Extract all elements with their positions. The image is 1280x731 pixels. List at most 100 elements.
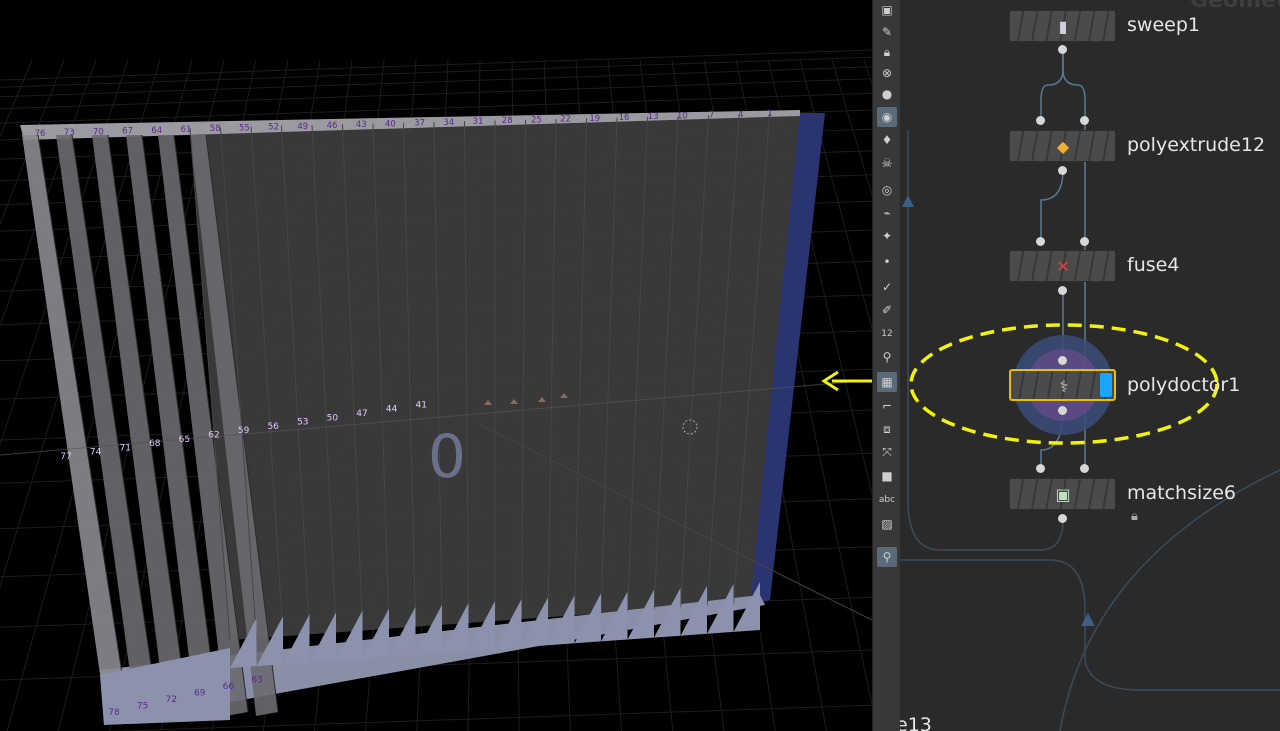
scene-canvas: 0 76 73 70 67 64 61 58 55 52 49 46 43 40 37 34 31 28 25 22…	[0, 49, 872, 731]
top-right-label: Geomet	[1190, 0, 1280, 13]
sphere-icon[interactable]: ●	[877, 84, 897, 104]
node-label: sweep1	[1127, 14, 1200, 36]
stop-icon[interactable]: ■	[877, 466, 897, 486]
node-polyextrude12[interactable]: ◆	[1009, 130, 1116, 162]
bulb-icon[interactable]: ♦	[877, 130, 897, 150]
skull-icon[interactable]: ☠	[877, 153, 897, 173]
grid-icon[interactable]: ▦	[877, 372, 897, 392]
network-editor[interactable]: Geomet ▮ sweep1 ◆ polyextrude12 ✕ fuse4 …	[900, 0, 1280, 731]
grid-line	[863, 59, 872, 87]
point-number: 75	[137, 702, 148, 712]
frame-icon[interactable]: ⌐	[877, 396, 897, 416]
node-label: fuse4	[1127, 254, 1180, 276]
matchsize-icon: ▣	[1055, 484, 1071, 504]
bottom-node-label: e13	[900, 714, 932, 731]
check-icon[interactable]: ✓	[877, 277, 897, 297]
pin-icon[interactable]: ⚲	[877, 547, 897, 567]
point-number: 58	[210, 124, 221, 134]
grid-line	[0, 66, 872, 98]
point-number: 66	[223, 682, 235, 692]
box-icon[interactable]: ⧈	[877, 419, 897, 439]
point-number: 62	[208, 431, 219, 441]
point-number: 34	[443, 118, 454, 128]
node-polydoctor1[interactable]: ⚕	[1009, 369, 1116, 401]
point-number: 46	[327, 121, 338, 131]
point-number: 69	[194, 689, 206, 699]
viewport-3d[interactable]: 0 76 73 70 67 64 61 58 55 52 49 46 43 40 37 34 31 28 25 22…	[0, 0, 872, 731]
brush-icon[interactable]: ⌁	[877, 203, 897, 223]
grid-line	[831, 59, 872, 197]
node-label: matchsize6	[1127, 482, 1237, 504]
node-label: polydoctor1	[1127, 374, 1241, 396]
text-icon[interactable]: abc	[877, 490, 897, 510]
input-port[interactable]	[1080, 464, 1089, 473]
input-port[interactable]	[1036, 464, 1045, 473]
input-port[interactable]	[1058, 356, 1067, 365]
select-icon[interactable]: ▣	[877, 0, 897, 20]
edit-icon[interactable]: ✎	[877, 22, 897, 42]
point-number: 41	[415, 400, 426, 410]
point-number: 63	[251, 676, 262, 686]
node-matchsize6[interactable]: ▣	[1009, 478, 1116, 510]
point-number: 4	[738, 110, 743, 120]
grid-line	[0, 59, 97, 328]
output-port[interactable]	[1058, 286, 1067, 295]
point-number: 19	[589, 114, 600, 124]
number-icon[interactable]: 12	[877, 324, 897, 344]
input-port[interactable]	[1080, 237, 1089, 246]
point-number: 16	[619, 113, 630, 123]
point-number: 7	[709, 111, 714, 121]
point-number: 10	[677, 111, 688, 121]
input-port[interactable]	[1036, 237, 1045, 246]
paint-icon[interactable]: ✦	[877, 226, 897, 246]
shelf-toolbar: ▣ ✎ 🔒︎ ⊗ ● ◉ ♦ ☠ ◎ ⌁ ✦ • ✓ ✐ 12 ⚲ ▦ ⌐ ⧈ …	[872, 0, 902, 731]
grid-line	[0, 49, 872, 81]
point-number: 55	[239, 123, 250, 133]
point-number: 64	[151, 126, 162, 136]
node-fuse4[interactable]: ✕	[1009, 250, 1116, 282]
point-number: 59	[238, 426, 250, 436]
point-number: 43	[356, 120, 367, 130]
node-label: polyextrude12	[1127, 134, 1266, 156]
dot-icon[interactable]: •	[877, 252, 897, 272]
wire	[1062, 50, 1086, 120]
wire	[1040, 50, 1064, 120]
output-port[interactable]	[1058, 166, 1067, 175]
output-port[interactable]	[1058, 45, 1067, 54]
polyextrude-icon: ◆	[1056, 136, 1070, 156]
input-port[interactable]	[1080, 116, 1089, 125]
axis-icon[interactable]: ⤧	[877, 442, 897, 462]
point-number: 78	[108, 708, 120, 718]
fuse-icon: ✕	[1056, 256, 1070, 276]
point-number: 71	[119, 443, 130, 453]
point-number: 50	[327, 413, 339, 423]
point-number: 65	[179, 435, 190, 445]
point-number: 13	[648, 112, 659, 122]
light-icon[interactable]: ◉	[877, 107, 897, 127]
point-number: 73	[64, 128, 75, 138]
point-number: 31	[473, 117, 484, 127]
point-number: 44	[386, 405, 398, 415]
point-number: 40	[385, 119, 396, 129]
point-number: 67	[122, 127, 133, 137]
point-number: 61	[181, 125, 192, 135]
close-icon[interactable]: ⊗	[877, 63, 897, 83]
broom-icon[interactable]: ⚲	[877, 347, 897, 367]
display-flag[interactable]	[1100, 373, 1112, 397]
wires	[900, 50, 1280, 731]
image-icon[interactable]: ▨	[877, 514, 897, 534]
pen-icon[interactable]: ✐	[877, 300, 897, 320]
output-port[interactable]	[1058, 406, 1067, 415]
point-number: 22	[560, 115, 571, 125]
input-port[interactable]	[1036, 116, 1045, 125]
wire	[1040, 169, 1064, 238]
lock-icon[interactable]: 🔒︎	[1131, 509, 1138, 524]
point-number: 72	[165, 695, 176, 705]
node-sweep1[interactable]: ▮	[1009, 10, 1116, 42]
lock-icon[interactable]: 🔒︎	[877, 42, 897, 62]
wire-arrow	[1081, 613, 1095, 626]
output-port[interactable]	[1058, 514, 1067, 523]
point-number: 77	[60, 452, 71, 462]
display-icon[interactable]: ◎	[877, 180, 897, 200]
point-number: 53	[297, 418, 308, 428]
